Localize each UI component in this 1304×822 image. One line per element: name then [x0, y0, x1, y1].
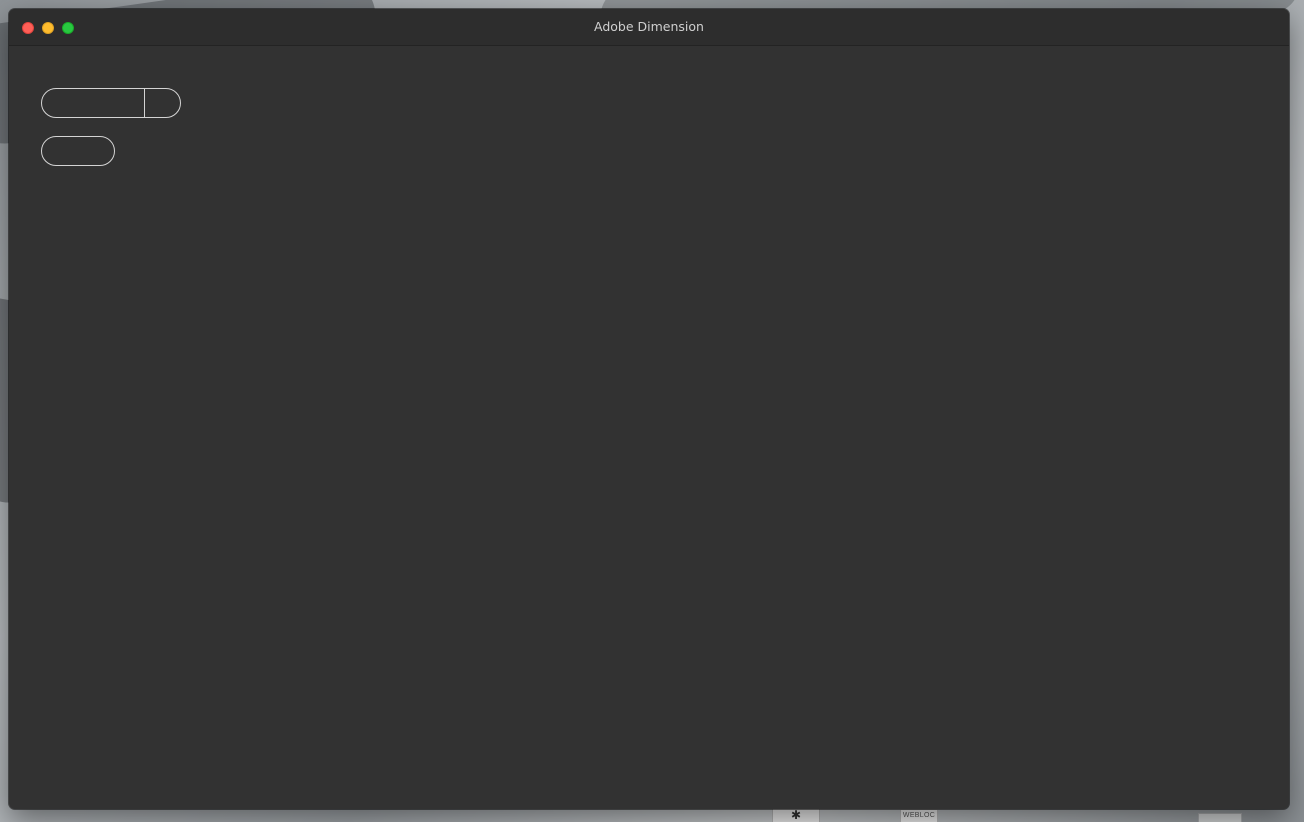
split-button-dropdown[interactable]: [145, 89, 180, 117]
split-button-main[interactable]: [42, 89, 145, 117]
webloc-file-icon[interactable]: WEBLOC: [900, 809, 938, 822]
webloc-label: WEBLOC: [902, 812, 936, 819]
title-bar[interactable]: Adobe Dimension: [9, 9, 1289, 46]
bug-icon: ✱: [790, 808, 802, 822]
desktop-file-icon[interactable]: [1198, 813, 1242, 822]
pill-button[interactable]: [41, 136, 115, 166]
main-content: [9, 46, 1289, 809]
app-window: Adobe Dimension: [9, 9, 1289, 809]
window-title: Adobe Dimension: [594, 19, 704, 34]
split-button: [41, 88, 181, 118]
